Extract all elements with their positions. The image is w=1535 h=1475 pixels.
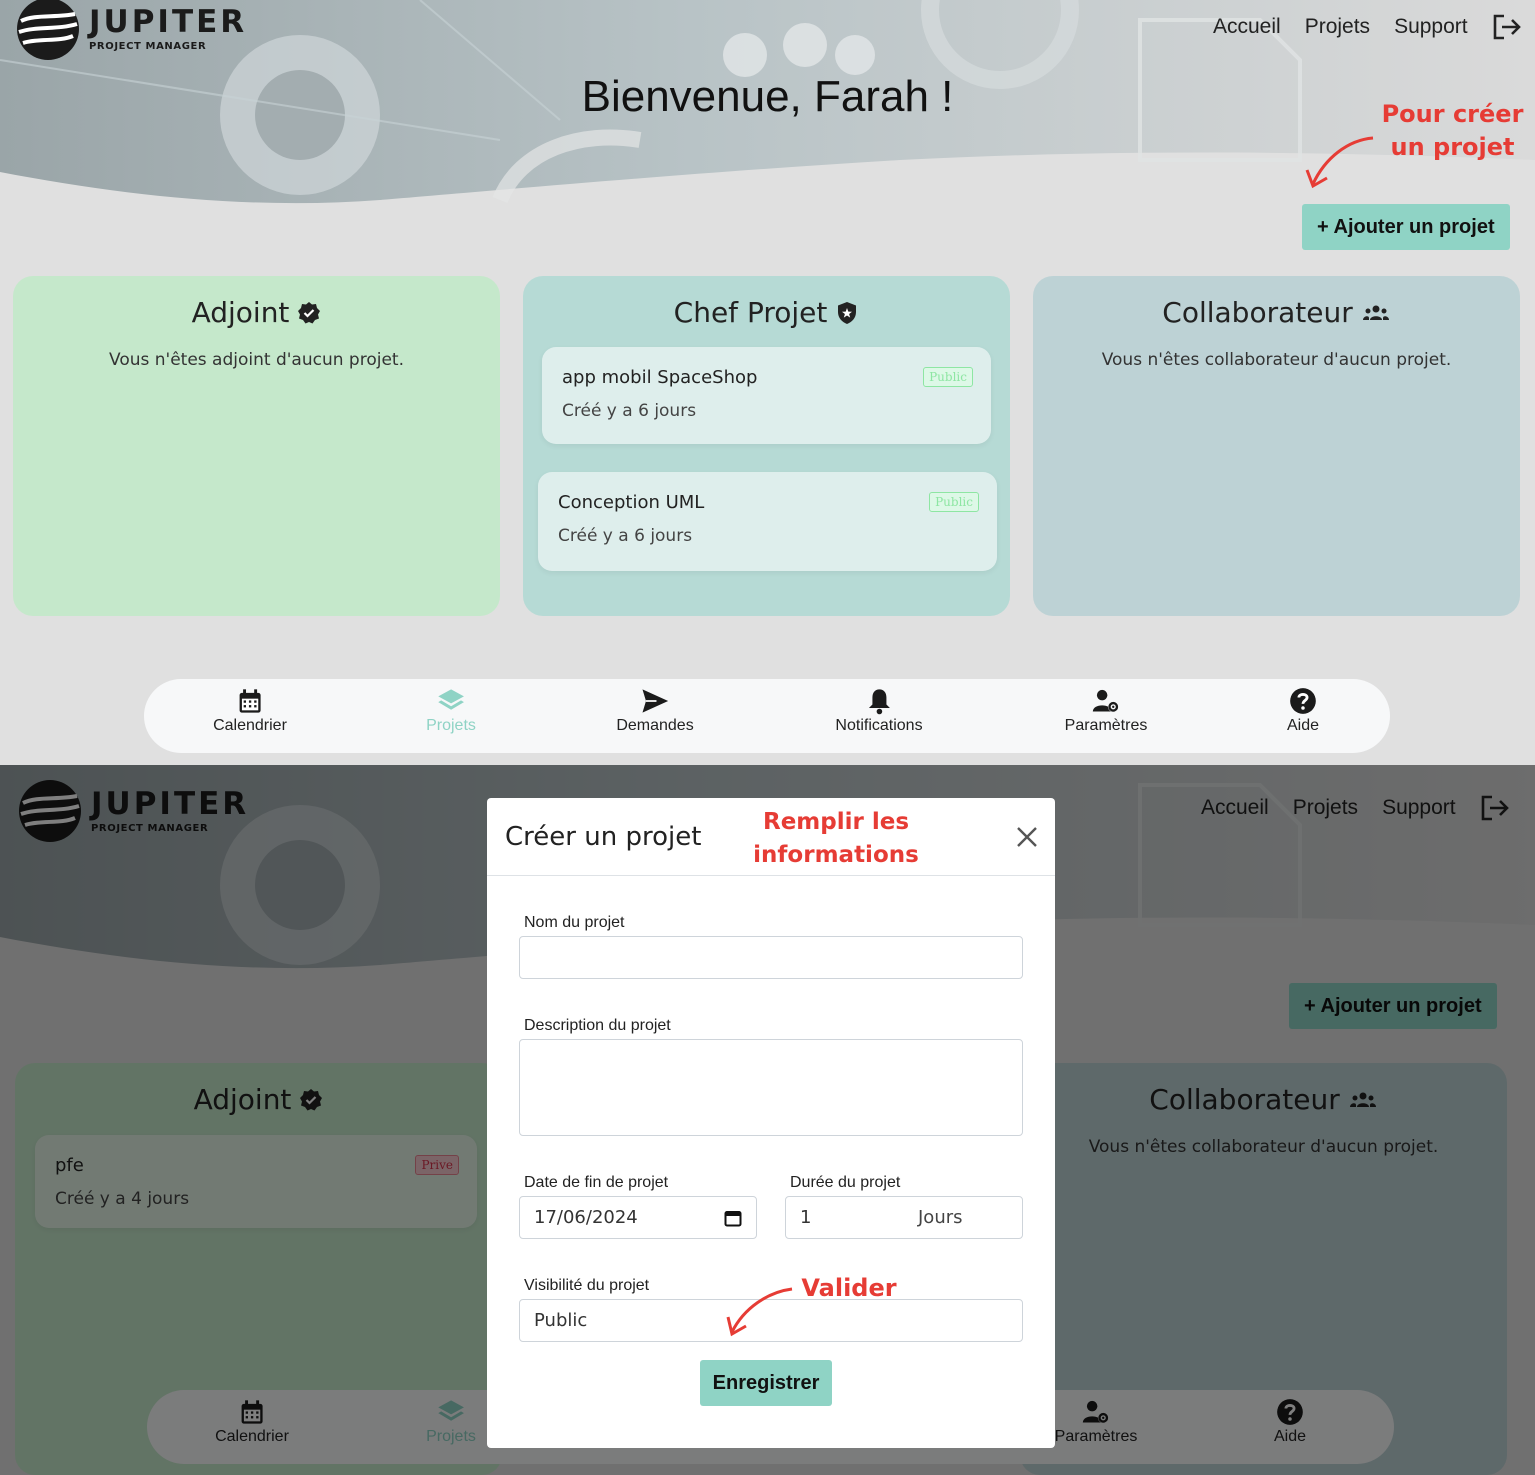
- bottom-nav-label: Notifications: [835, 717, 923, 734]
- bottom-navigation: Calendrier Projets Demandes Notification…: [144, 679, 1390, 753]
- user-settings-icon: [1093, 689, 1119, 713]
- shield-icon: [838, 301, 857, 324]
- brand-title: JUPITER: [89, 3, 248, 40]
- annotation-arrow-icon: [726, 1287, 793, 1337]
- project-name-label: Nom du projet: [524, 914, 625, 931]
- chef-projet-panel: Chef Projet app mobil SpaceShop Créé y a…: [523, 276, 1010, 616]
- create-project-screen: JUPITER PROJECT MANAGER Accueil Projets …: [0, 765, 1535, 1475]
- collaborateur-empty-message: Vous n'êtes collaborateur d'aucun projet…: [1101, 350, 1452, 370]
- bell-icon: [868, 689, 890, 715]
- nav-home-link[interactable]: Accueil: [1213, 15, 1281, 39]
- project-name: app mobil SpaceShop: [562, 367, 758, 388]
- project-description-textarea[interactable]: [519, 1039, 1023, 1136]
- duration-input[interactable]: 1 Jours: [785, 1196, 1023, 1239]
- top-navigation: Accueil Projets Support: [1213, 13, 1522, 41]
- app-logo[interactable]: JUPITER PROJECT MANAGER: [15, 0, 247, 62]
- visibility-badge: Public: [923, 367, 973, 387]
- layers-icon: [438, 689, 464, 710]
- close-icon[interactable]: [1014, 824, 1040, 850]
- end-date-input[interactable]: 17/06/2024: [519, 1196, 757, 1239]
- modal-title: Créer un projet: [505, 822, 702, 852]
- bottom-nav-requests[interactable]: Demandes: [616, 687, 694, 735]
- adjoint-title: Adjoint: [191, 296, 290, 329]
- modal-header: Créer un projet Remplir les informations: [487, 798, 1055, 876]
- add-project-button[interactable]: + Ajouter un projet: [1302, 204, 1510, 250]
- bottom-nav-label: Demandes: [616, 717, 694, 734]
- visibility-badge: Public: [929, 492, 979, 512]
- project-created: Créé y a 6 jours: [558, 526, 693, 546]
- annotation-create-project: Pour créer un projet: [1381, 100, 1524, 161]
- collaborateur-title: Collaborateur: [1162, 296, 1353, 329]
- bottom-nav-projects[interactable]: Projets: [426, 687, 476, 735]
- bottom-nav-label: Calendrier: [213, 717, 287, 734]
- bottom-nav-help[interactable]: Aide: [1287, 687, 1319, 735]
- annotation-validate: Valider: [801, 1274, 897, 1302]
- bottom-nav-settings[interactable]: Paramètres: [1064, 687, 1148, 735]
- calendar-icon: [239, 689, 261, 713]
- bottom-nav-label: Projets: [426, 717, 476, 734]
- annotation-fill-info: Remplir les informations: [753, 809, 919, 868]
- nav-support-link[interactable]: Support: [1394, 15, 1468, 39]
- help-icon: [1290, 688, 1316, 714]
- duration-value: 1: [800, 1207, 812, 1228]
- project-card[interactable]: app mobil SpaceShop Créé y a 6 jours Pub…: [542, 347, 991, 444]
- annotation-arrow-icon: [1305, 136, 1374, 189]
- project-created: Créé y a 6 jours: [562, 401, 697, 421]
- users-icon: [1362, 305, 1389, 320]
- collaborateur-panel: Collaborateur Vous n'êtes collaborateur …: [1033, 276, 1520, 616]
- welcome-heading: Bienvenue, Farah !: [581, 72, 954, 121]
- jupiter-logo-icon: [17, 0, 79, 60]
- project-name: Conception UML: [558, 492, 705, 513]
- adjoint-panel: Adjoint Vous n'êtes adjoint d'aucun proj…: [13, 276, 500, 616]
- save-button[interactable]: Enregistrer: [700, 1360, 832, 1406]
- create-project-modal: Créer un projet Remplir les informations…: [487, 798, 1055, 1448]
- duration-unit: Jours: [918, 1207, 963, 1228]
- end-date-value: 17/06/2024: [534, 1207, 638, 1228]
- project-card[interactable]: Conception UML Créé y a 6 jours Public: [538, 472, 997, 571]
- end-date-label: Date de fin de projet: [524, 1174, 669, 1191]
- logout-icon[interactable]: [1492, 13, 1522, 41]
- bottom-nav-label: Aide: [1286, 717, 1320, 734]
- project-name-input[interactable]: [519, 936, 1023, 979]
- dashboard-screen: JUPITER PROJECT MANAGER Accueil Projets …: [0, 0, 1535, 765]
- adjoint-empty-message: Vous n'êtes adjoint d'aucun projet.: [109, 350, 404, 370]
- project-description-label: Description du projet: [524, 1017, 671, 1034]
- duration-label: Durée du projet: [790, 1174, 901, 1191]
- chef-projet-title: Chef Projet: [673, 296, 828, 329]
- send-icon: [642, 689, 668, 713]
- bottom-nav-calendar[interactable]: Calendrier: [213, 687, 287, 735]
- bottom-nav-notifications[interactable]: Notifications: [835, 687, 923, 735]
- bottom-nav-label: Paramètres: [1064, 717, 1148, 734]
- calendar-icon[interactable]: [724, 1209, 742, 1227]
- brand-subtitle: PROJECT MANAGER: [89, 40, 207, 52]
- visibility-label: Visibilité du projet: [524, 1277, 650, 1294]
- nav-projects-link[interactable]: Projets: [1305, 15, 1370, 39]
- verified-badge-icon: [298, 301, 321, 323]
